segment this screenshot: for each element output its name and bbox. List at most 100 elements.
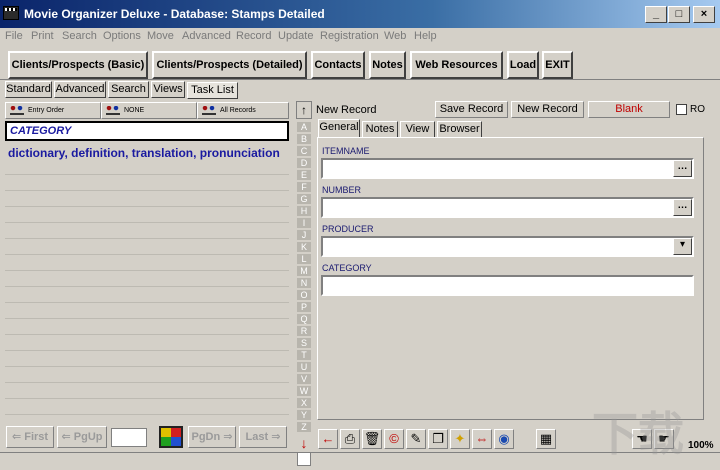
menu-record[interactable]: Record xyxy=(236,30,271,42)
tab-task-list[interactable]: Task List xyxy=(187,82,238,99)
globe-icon[interactable]: ◉ xyxy=(494,429,514,449)
itemname-field[interactable]: … xyxy=(321,158,694,179)
menu-search[interactable]: Search xyxy=(62,30,97,42)
letter-o[interactable]: O xyxy=(297,290,311,301)
list-item[interactable] xyxy=(5,191,289,207)
letter-d[interactable]: D xyxy=(297,158,311,169)
letter-v[interactable]: V xyxy=(297,374,311,385)
letter-b[interactable]: B xyxy=(297,134,311,145)
tab-search[interactable]: Search xyxy=(108,81,149,98)
chevron-down-icon[interactable]: ▾ xyxy=(673,238,692,255)
letter-h[interactable]: H xyxy=(297,206,311,217)
contacts-button[interactable]: Contacts xyxy=(311,51,365,79)
pgdn-button[interactable]: PgDn ⇒ xyxy=(188,426,236,448)
menu-web[interactable]: Web xyxy=(384,30,406,42)
notes-button[interactable]: Notes xyxy=(369,51,406,79)
list-item[interactable] xyxy=(5,303,289,319)
number-more-button[interactable]: … xyxy=(673,199,692,216)
itemname-more-button[interactable]: … xyxy=(673,160,692,177)
list-item[interactable] xyxy=(5,319,289,335)
letter-m[interactable]: M xyxy=(297,266,311,277)
letter-a[interactable]: A xyxy=(297,122,311,133)
edit-document-icon[interactable]: ✎ xyxy=(406,429,426,449)
list-item[interactable] xyxy=(5,255,289,271)
list-item[interactable] xyxy=(5,351,289,367)
letter-q[interactable]: Q xyxy=(297,314,311,325)
load-button[interactable]: Load xyxy=(507,51,539,79)
exit-button[interactable]: EXIT xyxy=(542,51,573,79)
list-item[interactable] xyxy=(5,207,289,223)
down-arrow-icon[interactable]: ↓ xyxy=(296,434,312,452)
copy-document-icon[interactable]: ❐ xyxy=(428,429,448,449)
print-icon[interactable]: ⎙ xyxy=(340,429,360,449)
tab-views[interactable]: Views xyxy=(151,81,185,98)
list-item[interactable] xyxy=(5,223,289,239)
web-resources-button[interactable]: Web Resources xyxy=(410,51,503,79)
letter-k[interactable]: K xyxy=(297,242,311,253)
letter-n[interactable]: N xyxy=(297,278,311,289)
list-item[interactable] xyxy=(5,239,289,255)
save-record-button[interactable]: Save Record xyxy=(435,101,508,118)
list-item[interactable] xyxy=(5,367,289,383)
tab-advanced[interactable]: Advanced xyxy=(54,81,106,98)
tab-general[interactable]: General xyxy=(318,119,360,138)
blank-button[interactable]: Blank xyxy=(588,101,670,118)
letter-e[interactable]: E xyxy=(297,170,311,181)
ro-checkbox[interactable] xyxy=(676,104,687,115)
letter-t[interactable]: T xyxy=(297,350,311,361)
letter-i[interactable]: I xyxy=(297,218,311,229)
filter-selector[interactable]: NONE xyxy=(101,102,197,119)
list-item[interactable] xyxy=(5,287,289,303)
clients-basic-button[interactable]: Clients/Prospects (Basic) xyxy=(8,51,148,79)
menu-registration[interactable]: Registration xyxy=(320,30,379,42)
list-column-header[interactable]: CATEGORY xyxy=(5,121,289,141)
letter-s[interactable]: S xyxy=(297,338,311,349)
letter-z[interactable]: Z xyxy=(297,422,311,433)
category-field[interactable] xyxy=(321,275,694,296)
minimize-button[interactable]: _ xyxy=(645,6,667,23)
letter-w[interactable]: W xyxy=(297,386,311,397)
records-selector[interactable]: All Records xyxy=(197,102,289,119)
trash-icon[interactable]: 🗑 xyxy=(362,429,382,449)
maximize-button[interactable]: □ xyxy=(668,6,690,23)
lightbulb-icon[interactable]: ✦ xyxy=(450,429,470,449)
letter-f[interactable]: F xyxy=(297,182,311,193)
tab-standard[interactable]: Standard xyxy=(5,81,52,98)
menu-advanced[interactable]: Advanced xyxy=(182,30,231,42)
list-item[interactable] xyxy=(5,335,289,351)
goto-record-field[interactable] xyxy=(111,428,147,447)
import-icon[interactable]: ⇔ xyxy=(472,429,492,449)
back-arrow-icon[interactable]: ← xyxy=(318,429,338,449)
menu-file[interactable]: File xyxy=(5,30,23,42)
letter-l[interactable]: L xyxy=(297,254,311,265)
abc-index-icon[interactable] xyxy=(159,426,183,448)
letter-j[interactable]: J xyxy=(297,230,311,241)
menu-move[interactable]: Move xyxy=(147,30,174,42)
copyright-icon[interactable]: © xyxy=(384,429,404,449)
letter-u[interactable]: U xyxy=(297,362,311,373)
letter-r[interactable]: R xyxy=(297,326,311,337)
record-list[interactable]: dictionary, definition, translation, pro… xyxy=(5,141,289,418)
menu-update[interactable]: Update xyxy=(278,30,313,42)
close-button[interactable]: × xyxy=(693,6,715,23)
new-record-button[interactable]: New Record xyxy=(511,101,584,118)
tab-browser[interactable]: Browser xyxy=(437,121,482,138)
list-item[interactable] xyxy=(5,175,289,191)
list-item[interactable] xyxy=(5,271,289,287)
first-button[interactable]: ⇐ First xyxy=(6,426,54,448)
menu-help[interactable]: Help xyxy=(414,30,437,42)
letter-g[interactable]: G xyxy=(297,194,311,205)
sort-order-selector[interactable]: Entry Order xyxy=(5,102,101,119)
pgup-button[interactable]: ⇐ PgUp xyxy=(57,426,107,448)
letter-c[interactable]: C xyxy=(297,146,311,157)
clients-detailed-button[interactable]: Clients/Prospects (Detailed) xyxy=(152,51,307,79)
letter-p[interactable]: P xyxy=(297,302,311,313)
letter-x[interactable]: X xyxy=(297,398,311,409)
up-arrow-icon[interactable]: ↑ xyxy=(296,101,312,119)
last-button[interactable]: Last ⇒ xyxy=(239,426,287,448)
menu-print[interactable]: Print xyxy=(31,30,54,42)
sheet-icon[interactable]: ▦ xyxy=(536,429,556,449)
tab-view[interactable]: View xyxy=(400,121,435,138)
letter-y[interactable]: Y xyxy=(297,410,311,421)
number-field[interactable]: … xyxy=(321,197,694,218)
